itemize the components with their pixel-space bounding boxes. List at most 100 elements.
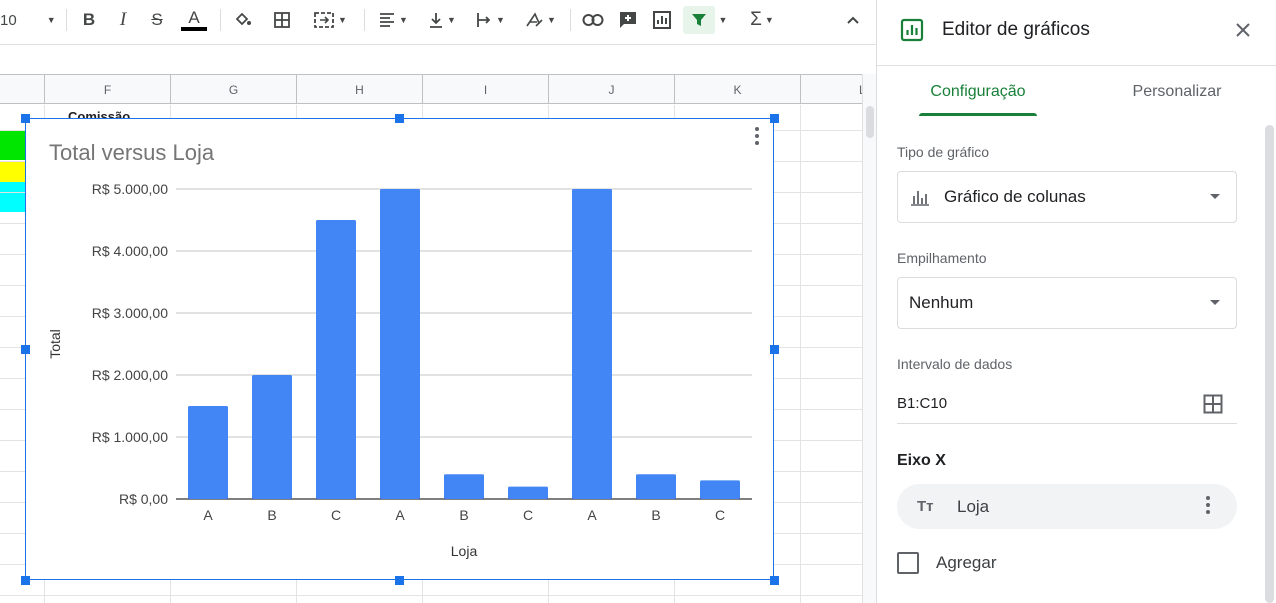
close-button[interactable]	[1231, 18, 1255, 42]
column-chart: R$ 0,00 R$ 1.000,00 R$ 2.000,00 R$ 3.000,00…	[47, 181, 752, 559]
more-vert-icon[interactable]	[1206, 496, 1210, 514]
chart-type-select[interactable]: Gráfico de colunas	[897, 171, 1237, 223]
text-rotation-button[interactable]: ▼	[520, 6, 560, 34]
y-tick-label: R$ 2.000,00	[92, 367, 168, 383]
insert-chart-button[interactable]	[650, 6, 674, 34]
resize-handle-top-right[interactable]	[770, 114, 779, 123]
toolbar: 10 ▼ B I S A ▼ ▼ ▼ ▼ ▼ ▼ Σ ▼	[0, 0, 876, 40]
resize-handle-bottom-left[interactable]	[21, 576, 30, 585]
chevron-down-icon	[1210, 300, 1220, 305]
text-wrap-button[interactable]: ▼	[470, 6, 510, 34]
chevron-down-icon: ▼	[718, 15, 728, 25]
stacking-label: Empilhamento	[897, 250, 987, 266]
formula-bar-divider	[0, 44, 876, 45]
filter-dropdown-button[interactable]: ▼	[716, 6, 730, 34]
x-axis-label: Loja	[451, 543, 478, 559]
vertical-align-button[interactable]: ▼	[422, 6, 462, 34]
align-left-icon	[380, 13, 395, 27]
text-color-swatch	[181, 27, 207, 31]
chart-icon	[900, 18, 924, 42]
column-headers: F G H I J K L	[0, 74, 862, 104]
column-header-l[interactable]: L	[800, 75, 862, 104]
resize-handle-bottom-right[interactable]	[770, 576, 779, 585]
bar-a	[188, 406, 228, 499]
y-tick-label: R$ 0,00	[119, 491, 168, 507]
chevron-down-icon: ▼	[338, 15, 347, 25]
bold-icon: B	[82, 10, 96, 29]
toolbar-divider	[570, 9, 571, 31]
column-header-f[interactable]: F	[44, 75, 170, 104]
bar-c	[508, 486, 548, 499]
text-rotation-icon	[526, 12, 543, 27]
resize-handle-right[interactable]	[770, 345, 779, 354]
chart-container[interactable]: Total versus Loja R$ 0,00 R$ 1.000,00 R$ 2…	[25, 118, 774, 580]
stacking-select[interactable]: Nenhum	[897, 277, 1237, 329]
aggregate-option[interactable]: Agregar	[897, 552, 996, 574]
font-size-select[interactable]: 10 ▼	[0, 6, 58, 34]
panel-title: Editor de gráficos	[942, 19, 1090, 40]
fill-color-button[interactable]	[230, 6, 256, 34]
column-header-j[interactable]: J	[548, 75, 674, 104]
row-gridline	[0, 595, 862, 596]
strikethrough-icon: S	[151, 10, 163, 29]
bar-b	[636, 474, 676, 499]
filter-button[interactable]	[683, 6, 715, 34]
functions-button[interactable]: Σ ▼	[742, 6, 782, 34]
chart-icon	[653, 11, 671, 29]
close-icon	[1236, 23, 1250, 37]
chevron-down-icon: ▼	[399, 15, 408, 25]
italic-button[interactable]: I	[112, 6, 134, 34]
scrollbar-thumb[interactable]	[866, 106, 874, 138]
text-color-button[interactable]: A	[180, 6, 208, 34]
data-range-input[interactable]: B1:C10	[897, 395, 947, 412]
text-wrap-icon	[477, 13, 491, 27]
chevron-down-icon: ▼	[46, 15, 56, 25]
add-comment-icon	[620, 12, 636, 28]
paint-bucket-icon	[235, 12, 251, 26]
stacking-value: Nenhum	[909, 293, 974, 312]
column-header-h[interactable]: H	[296, 75, 422, 104]
tab-personalizar[interactable]: Personalizar	[1107, 66, 1247, 118]
panel-scrollbar[interactable]	[1265, 125, 1274, 603]
grid-select-icon[interactable]	[1203, 394, 1223, 414]
grid-vertical-scrollbar[interactable]	[862, 74, 876, 603]
aggregate-checkbox[interactable]	[897, 552, 919, 574]
colored-cell-green[interactable]	[0, 130, 28, 160]
insert-comment-button[interactable]	[616, 6, 640, 34]
collapse-toolbar-button[interactable]	[842, 6, 864, 34]
y-tick-label: R$ 4.000,00	[92, 243, 168, 259]
bold-button[interactable]: B	[78, 6, 100, 34]
x-tick-label: A	[587, 507, 597, 523]
merge-cells-button[interactable]: ▼	[306, 6, 354, 34]
x-tick-label: A	[203, 507, 213, 523]
text-color-icon: A	[188, 8, 200, 27]
x-axis-section-title: Eixo X	[897, 452, 946, 469]
bar-c	[316, 220, 356, 499]
data-range-label: Intervalo de dados	[897, 356, 1013, 372]
chart-editor-panel: Editor de gráficos Configuração Personal…	[876, 0, 1276, 603]
column-chart-icon	[908, 185, 932, 209]
resize-handle-top-left[interactable]	[21, 114, 30, 123]
toolbar-divider	[364, 9, 365, 31]
data-range-underline	[897, 423, 1237, 424]
sigma-icon: Σ	[750, 9, 762, 30]
bar-a	[380, 189, 420, 499]
resize-handle-bottom[interactable]	[395, 576, 404, 585]
horizontal-align-button[interactable]: ▼	[374, 6, 412, 34]
insert-link-button[interactable]	[580, 6, 606, 34]
aggregate-label: Agregar	[936, 553, 997, 572]
strikethrough-button[interactable]: S	[146, 6, 168, 34]
bar-b	[252, 375, 292, 499]
x-axis-chip[interactable]: Tт Loja	[897, 484, 1237, 529]
y-axis-label: Total	[47, 329, 63, 359]
resize-handle-top[interactable]	[395, 114, 404, 123]
column-header-k[interactable]: K	[674, 75, 800, 104]
x-tick-label: A	[395, 507, 405, 523]
column-header-i[interactable]: I	[422, 75, 548, 104]
borders-button[interactable]	[270, 6, 294, 34]
colored-cell-cyan[interactable]	[0, 182, 28, 212]
filter-icon	[692, 14, 706, 26]
tab-configuracao[interactable]: Configuração	[909, 66, 1047, 118]
resize-handle-left[interactable]	[21, 345, 30, 354]
column-header-g[interactable]: G	[170, 75, 296, 104]
